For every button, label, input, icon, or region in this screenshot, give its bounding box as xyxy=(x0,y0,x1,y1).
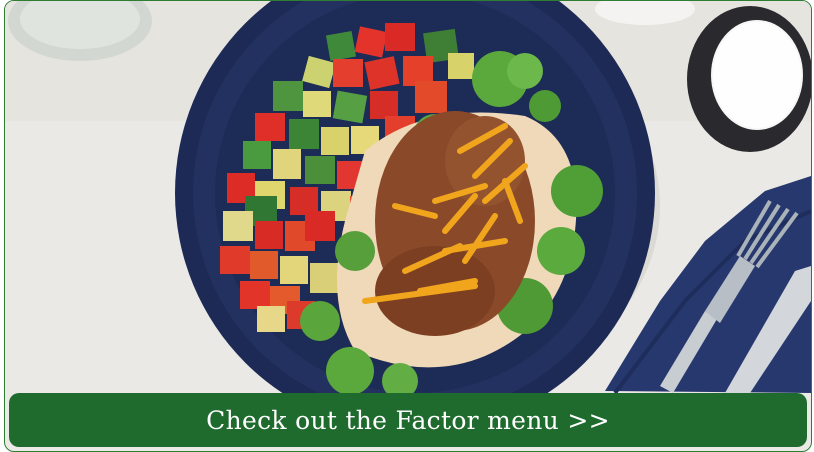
salt-bowl-icon xyxy=(687,6,811,152)
meal-photo xyxy=(5,1,811,393)
check-out-menu-label: Check out the Factor menu >> xyxy=(206,405,610,435)
ad-card[interactable]: Check out the Factor menu >> xyxy=(4,0,812,452)
check-out-menu-button[interactable]: Check out the Factor menu >> xyxy=(9,393,807,447)
